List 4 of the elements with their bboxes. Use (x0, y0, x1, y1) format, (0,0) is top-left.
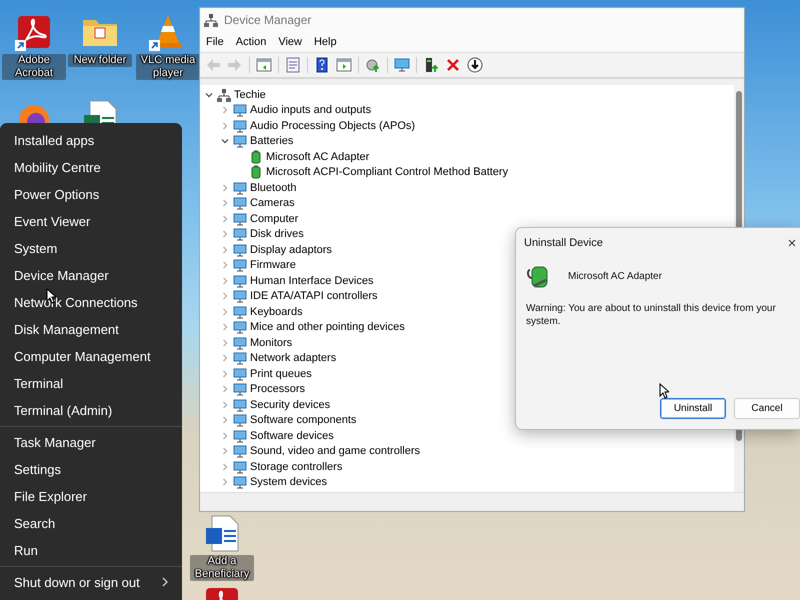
dialog-title: Uninstall Device (524, 237, 603, 249)
device-name: Microsoft AC Adapter (568, 270, 662, 282)
warning-text: Warning: You are about to uninstall this device from your system. (526, 303, 776, 327)
window-title: Device Manager (224, 13, 312, 27)
